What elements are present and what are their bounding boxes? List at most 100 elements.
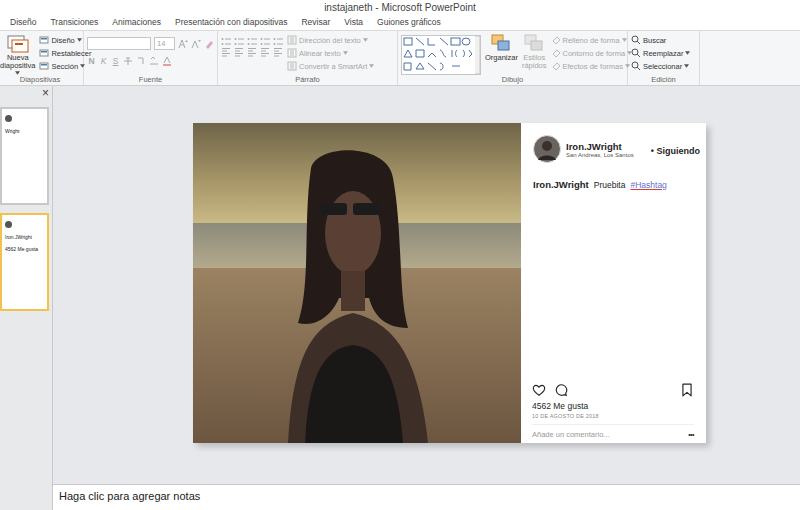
beach-photo (193, 123, 521, 443)
window-title: instajaneth - Microsoft PowerPoint (324, 2, 476, 13)
avatar-icon (5, 115, 12, 122)
group-label: Dibujo (401, 75, 624, 85)
ribbon-tab[interactable]: Diseño (10, 17, 36, 27)
list-icon[interactable] (221, 37, 231, 47)
group-label: Fuente (87, 75, 214, 85)
grow-font-icon[interactable] (178, 39, 188, 49)
paragraph-menu-item[interactable]: Dirección del texto (287, 35, 374, 45)
editing-menu-item[interactable]: Buscar (631, 35, 690, 45)
shapes-gallery-icon[interactable] (401, 35, 481, 75)
dropdown-arrow-icon (15, 71, 20, 75)
new-slide-icon (7, 33, 29, 53)
list-icon[interactable] (247, 37, 257, 47)
new-slide-button[interactable]: Nueva diapositiva (0, 33, 35, 75)
slide-thumbnail[interactable]: Wright (0, 107, 49, 205)
more-options-button[interactable]: ••• (688, 431, 694, 438)
slide-layout-icon (39, 61, 49, 71)
dropdown-arrow-icon (80, 64, 85, 68)
paragraph-menu-item[interactable]: Alinear texto (287, 48, 374, 58)
shape-format-item[interactable]: Efectos de formas (551, 61, 633, 71)
format-button[interactable]: K (99, 56, 108, 66)
dropdown-arrow-icon (622, 38, 627, 42)
list-icon[interactable] (234, 37, 244, 47)
list-icon[interactable] (260, 37, 270, 47)
caption: Iron.JWright Pruebita #Hashtag (521, 163, 706, 190)
ribbon-tab[interactable]: Transiciones (50, 17, 98, 27)
thumbnail-text: Iron.JWright (5, 234, 44, 240)
post-date: 10 DE AGOSTO DE 2018 (521, 413, 706, 424)
dropdown-arrow-icon (684, 64, 689, 68)
find-icon (631, 61, 641, 71)
comment-icon[interactable] (554, 383, 568, 397)
strikethrough-icon[interactable] (123, 56, 133, 66)
format-button[interactable]: S (111, 56, 120, 66)
shape-fill-icon (551, 35, 561, 45)
shape-format-item[interactable]: Relleno de forma (551, 35, 633, 45)
text-direction-icon (287, 48, 297, 58)
slide[interactable]: Iron.JWright San Andreas, Los Santos • S… (193, 123, 706, 443)
group-label: Diapositivas (0, 75, 80, 85)
slide-layout-icon (39, 48, 49, 58)
slide-thumbnail[interactable]: Iron.JWright4562 Me gusta (0, 213, 49, 311)
post-photo (193, 123, 521, 443)
bookmark-icon[interactable] (680, 383, 694, 397)
powerpoint-window: instajaneth - Microsoft PowerPoint Diseñ… (0, 0, 800, 510)
shape-fill-icon (551, 61, 561, 71)
ribbon-tab[interactable]: Revisar (301, 17, 330, 27)
find-icon (631, 48, 641, 58)
paragraph-group: Dirección del texto Alinear texto Conver… (218, 31, 398, 85)
shape-format-item[interactable]: Contorno de forma (551, 48, 633, 58)
font-size-field[interactable]: 14 (154, 37, 175, 50)
ribbon-tab[interactable]: Presentación con diapositivas (175, 17, 287, 27)
ribbon-tab[interactable]: Animaciones (112, 17, 161, 27)
close-pane-button[interactable]: × (42, 87, 49, 99)
profile-name[interactable]: Iron.JWright (566, 141, 634, 152)
text-direction-icon (287, 35, 297, 45)
arrange-icon (523, 33, 545, 53)
dropdown-arrow-icon (77, 38, 82, 42)
group-label: Párrafo (221, 75, 394, 85)
location[interactable]: San Andreas, Los Santos (566, 152, 634, 158)
dropdown-arrow-icon (343, 51, 348, 55)
thumbnail-text: Wright (5, 128, 44, 134)
ribbon-tab[interactable]: Vista (344, 17, 363, 27)
instagram-post-panel: Iron.JWright San Andreas, Los Santos • S… (521, 123, 706, 443)
slide-layout-icon (39, 35, 49, 45)
editing-group: Buscar Reemplazar Seleccionar Edición (628, 31, 700, 85)
follow-status[interactable]: • Siguiendo (651, 143, 700, 156)
comment-field[interactable]: Añade un comentario... (532, 430, 688, 439)
editing-menu-item[interactable]: Seleccionar (631, 61, 690, 71)
hashtag-link[interactable]: #Hashtag (630, 180, 666, 190)
notes-field[interactable]: Haga clic para agregar notas (53, 484, 800, 510)
profile-avatar-icon[interactable] (533, 135, 561, 163)
group-label: Edición (631, 75, 696, 85)
arrange-icon (490, 33, 512, 53)
slide-editor: Iron.JWright San Andreas, Los Santos • S… (53, 86, 800, 484)
shadow-icon[interactable] (136, 56, 146, 66)
editing-menu-item[interactable]: Reemplazar (631, 48, 690, 58)
spacing-icon[interactable] (149, 56, 159, 66)
heart-icon[interactable] (532, 383, 546, 397)
font-name-field[interactable] (87, 37, 151, 50)
align-icon[interactable] (260, 47, 270, 57)
ribbon-tab[interactable]: Guiones gráficos (377, 17, 441, 27)
format-button[interactable]: N (87, 56, 96, 66)
list-icon[interactable] (273, 37, 283, 47)
slides-group: Nueva diapositiva Diseño Restablecer Sec… (0, 31, 84, 85)
dropdown-arrow-icon (363, 38, 368, 42)
avatar-icon (5, 221, 12, 228)
font-color-icon[interactable] (162, 56, 172, 66)
paragraph-menu-item[interactable]: Convertir a SmartArt (287, 61, 374, 71)
clear-format-icon[interactable] (204, 39, 214, 49)
slides-pane: × Wright Iron.JWright4562 Me gusta (0, 86, 53, 510)
shrink-font-icon[interactable] (191, 39, 201, 49)
drawing-large-button[interactable]: Organizar (485, 33, 518, 62)
align-icon[interactable] (247, 47, 257, 57)
dropdown-arrow-icon (369, 64, 374, 68)
drawing-large-button[interactable]: Estilos rápidos (522, 33, 547, 71)
shape-fill-icon (551, 48, 561, 58)
font-group: 14 NKS Fuente (84, 31, 218, 85)
align-icon[interactable] (234, 47, 244, 57)
align-icon[interactable] (221, 47, 231, 57)
align-icon[interactable] (273, 47, 283, 57)
